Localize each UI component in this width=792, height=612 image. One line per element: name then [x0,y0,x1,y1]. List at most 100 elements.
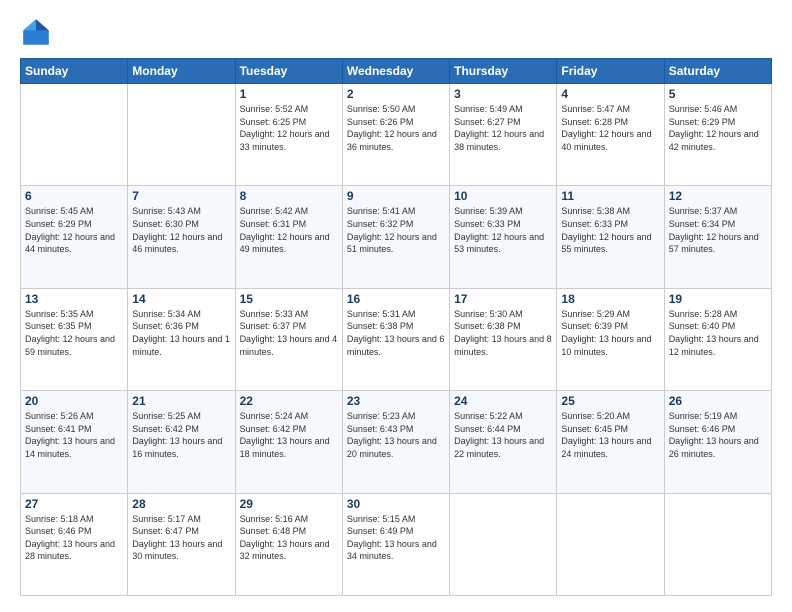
cell-content: Sunset: 6:36 PM [132,320,230,333]
day-number: 19 [669,292,767,306]
day-number: 12 [669,189,767,203]
calendar-cell: 9Sunrise: 5:41 AMSunset: 6:32 PMDaylight… [342,186,449,288]
calendar-cell: 11Sunrise: 5:38 AMSunset: 6:33 PMDayligh… [557,186,664,288]
cell-content: Daylight: 13 hours and 8 minutes. [454,333,552,358]
calendar-cell: 30Sunrise: 5:15 AMSunset: 6:49 PMDayligh… [342,493,449,595]
cell-content: Sunrise: 5:47 AM [561,103,659,116]
cell-content: Sunset: 6:42 PM [240,423,338,436]
cell-content: Sunset: 6:33 PM [454,218,552,231]
cell-content: Sunrise: 5:28 AM [669,308,767,321]
cell-content: Sunrise: 5:31 AM [347,308,445,321]
cell-content: Daylight: 12 hours and 42 minutes. [669,128,767,153]
cell-content: Sunset: 6:28 PM [561,116,659,129]
day-number: 25 [561,394,659,408]
calendar-cell: 23Sunrise: 5:23 AMSunset: 6:43 PMDayligh… [342,391,449,493]
cell-content: Sunset: 6:43 PM [347,423,445,436]
cell-content: Daylight: 12 hours and 38 minutes. [454,128,552,153]
header [20,16,772,48]
cell-content: Sunset: 6:34 PM [669,218,767,231]
day-number: 3 [454,87,552,101]
cell-content: Sunrise: 5:39 AM [454,205,552,218]
calendar-cell: 22Sunrise: 5:24 AMSunset: 6:42 PMDayligh… [235,391,342,493]
calendar-header-row: SundayMondayTuesdayWednesdayThursdayFrid… [21,59,772,84]
day-number: 18 [561,292,659,306]
cell-content: Sunrise: 5:42 AM [240,205,338,218]
cell-content: Sunset: 6:37 PM [240,320,338,333]
cell-content: Daylight: 12 hours and 51 minutes. [347,231,445,256]
cell-content: Daylight: 12 hours and 46 minutes. [132,231,230,256]
cell-content: Sunset: 6:27 PM [454,116,552,129]
calendar-cell: 4Sunrise: 5:47 AMSunset: 6:28 PMDaylight… [557,84,664,186]
day-number: 2 [347,87,445,101]
cell-content: Sunset: 6:42 PM [132,423,230,436]
cell-content: Sunrise: 5:46 AM [669,103,767,116]
calendar-week-4: 20Sunrise: 5:26 AMSunset: 6:41 PMDayligh… [21,391,772,493]
cell-content: Sunrise: 5:34 AM [132,308,230,321]
calendar-cell [21,84,128,186]
calendar-cell: 12Sunrise: 5:37 AMSunset: 6:34 PMDayligh… [664,186,771,288]
cell-content: Sunset: 6:46 PM [669,423,767,436]
cell-content: Sunrise: 5:43 AM [132,205,230,218]
calendar-cell: 2Sunrise: 5:50 AMSunset: 6:26 PMDaylight… [342,84,449,186]
calendar-cell: 17Sunrise: 5:30 AMSunset: 6:38 PMDayligh… [450,288,557,390]
cell-content: Sunrise: 5:41 AM [347,205,445,218]
cell-content: Sunset: 6:49 PM [347,525,445,538]
cell-content: Daylight: 12 hours and 33 minutes. [240,128,338,153]
day-number: 28 [132,497,230,511]
cell-content: Sunset: 6:26 PM [347,116,445,129]
cell-content: Sunset: 6:38 PM [347,320,445,333]
cell-content: Daylight: 13 hours and 26 minutes. [669,435,767,460]
cell-content: Daylight: 13 hours and 16 minutes. [132,435,230,460]
calendar-cell: 15Sunrise: 5:33 AMSunset: 6:37 PMDayligh… [235,288,342,390]
cell-content: Daylight: 13 hours and 22 minutes. [454,435,552,460]
cell-content: Daylight: 12 hours and 40 minutes. [561,128,659,153]
cell-content: Sunset: 6:48 PM [240,525,338,538]
cell-content: Sunrise: 5:37 AM [669,205,767,218]
day-number: 7 [132,189,230,203]
cell-content: Sunset: 6:44 PM [454,423,552,436]
cell-content: Sunset: 6:45 PM [561,423,659,436]
calendar-cell [557,493,664,595]
calendar-cell: 26Sunrise: 5:19 AMSunset: 6:46 PMDayligh… [664,391,771,493]
calendar-header-saturday: Saturday [664,59,771,84]
cell-content: Daylight: 12 hours and 55 minutes. [561,231,659,256]
day-number: 1 [240,87,338,101]
calendar-header-friday: Friday [557,59,664,84]
calendar-table: SundayMondayTuesdayWednesdayThursdayFrid… [20,58,772,596]
logo [20,16,56,48]
day-number: 30 [347,497,445,511]
calendar-week-5: 27Sunrise: 5:18 AMSunset: 6:46 PMDayligh… [21,493,772,595]
cell-content: Sunset: 6:25 PM [240,116,338,129]
cell-content: Sunrise: 5:17 AM [132,513,230,526]
day-number: 14 [132,292,230,306]
cell-content: Sunrise: 5:33 AM [240,308,338,321]
cell-content: Sunset: 6:29 PM [25,218,123,231]
cell-content: Sunrise: 5:35 AM [25,308,123,321]
cell-content: Daylight: 12 hours and 53 minutes. [454,231,552,256]
cell-content: Sunset: 6:41 PM [25,423,123,436]
cell-content: Daylight: 13 hours and 10 minutes. [561,333,659,358]
cell-content: Daylight: 13 hours and 32 minutes. [240,538,338,563]
day-number: 15 [240,292,338,306]
day-number: 24 [454,394,552,408]
cell-content: Daylight: 13 hours and 1 minute. [132,333,230,358]
cell-content: Sunset: 6:33 PM [561,218,659,231]
cell-content: Daylight: 12 hours and 44 minutes. [25,231,123,256]
calendar-cell: 14 Sunrise: 5:34 AMSunset: 6:36 PMDayligh… [128,288,235,390]
calendar-cell: 24Sunrise: 5:22 AMSunset: 6:44 PMDayligh… [450,391,557,493]
cell-content: Daylight: 13 hours and 6 minutes. [347,333,445,358]
cell-content: Sunset: 6:29 PM [669,116,767,129]
calendar-cell: 28Sunrise: 5:17 AMSunset: 6:47 PMDayligh… [128,493,235,595]
calendar-cell: 13Sunrise: 5:35 AMSunset: 6:35 PMDayligh… [21,288,128,390]
calendar-cell: 18Sunrise: 5:29 AMSunset: 6:39 PMDayligh… [557,288,664,390]
day-number: 11 [561,189,659,203]
calendar-header-monday: Monday [128,59,235,84]
cell-content: Sunrise: 5:23 AM [347,410,445,423]
calendar-cell: 3Sunrise: 5:49 AMSunset: 6:27 PMDaylight… [450,84,557,186]
calendar-header-thursday: Thursday [450,59,557,84]
cell-content: Daylight: 12 hours and 36 minutes. [347,128,445,153]
day-number: 22 [240,394,338,408]
calendar-cell: 25Sunrise: 5:20 AMSunset: 6:45 PMDayligh… [557,391,664,493]
cell-content: Sunrise: 5:20 AM [561,410,659,423]
cell-content: Sunrise: 5:29 AM [561,308,659,321]
